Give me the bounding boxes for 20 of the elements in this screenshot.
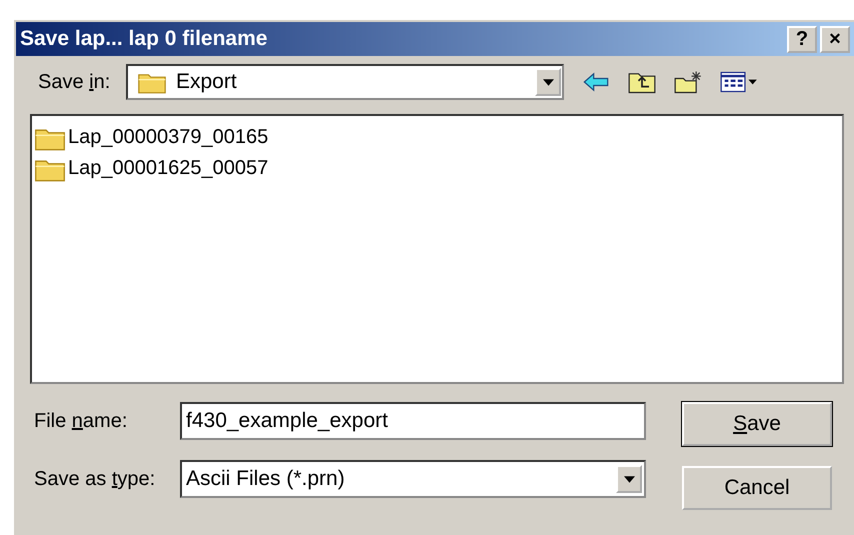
folder-name: Lap_00000379_00165 [68, 126, 268, 149]
save-in-value: Export [176, 70, 238, 94]
file-name-field[interactable]: f430_example_export [180, 402, 646, 440]
new-folder-icon[interactable] [674, 70, 702, 94]
save-in-label: Save in: [38, 70, 112, 94]
help-button[interactable]: ? [787, 26, 817, 52]
file-name-label: File name: [34, 410, 128, 432]
folder-item[interactable]: Lap_00000379_00165 [34, 122, 840, 153]
save-as-type-label: Save as type: [34, 468, 156, 490]
folder-item[interactable]: Lap_00001625_00057 [34, 153, 840, 184]
file-type-dropdown[interactable]: Ascii Files (*.prn) [180, 460, 646, 498]
file-type-value: Ascii Files (*.prn) [186, 467, 345, 491]
folder-name: Lap_00001625_00057 [68, 157, 268, 180]
view-menu-icon[interactable] [720, 70, 758, 94]
save-in-dropdown[interactable]: Export [126, 64, 564, 100]
save-button[interactable]: Save [682, 402, 832, 446]
cancel-button[interactable]: Cancel [682, 466, 832, 510]
window-title: Save lap... lap 0 filename [20, 27, 268, 51]
close-button[interactable]: × [820, 26, 850, 52]
back-arrow-icon[interactable] [582, 70, 610, 94]
